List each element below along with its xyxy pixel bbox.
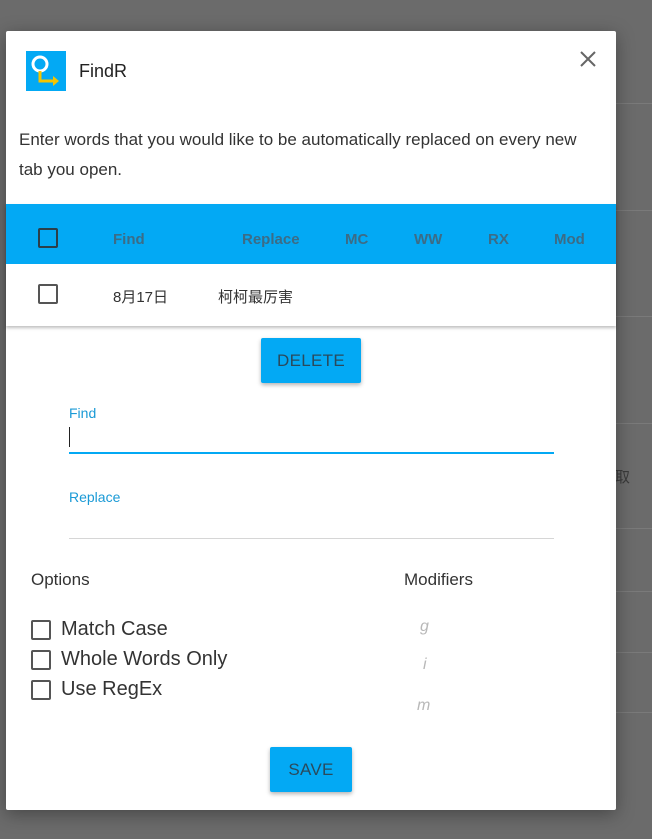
text-caret (69, 427, 70, 447)
replace-underline (69, 538, 554, 539)
column-header-replace: Replace (242, 231, 300, 248)
row-checkbox[interactable] (38, 284, 58, 304)
find-input[interactable] (69, 423, 554, 451)
whole-words-checkbox[interactable] (31, 650, 51, 670)
modifier-g[interactable]: g (420, 618, 429, 636)
intro-text: Enter words that you would like to be au… (19, 130, 577, 179)
dialog-header: FindR (6, 31, 616, 111)
column-header-rx: RX (488, 231, 509, 248)
table-row: 8月17日 柯柯最厉害 (6, 264, 616, 326)
delete-button[interactable]: DELETE (261, 338, 361, 383)
use-regex-checkbox[interactable] (31, 680, 51, 700)
findr-dialog: FindR Enter words that you would like to… (6, 31, 616, 810)
modifier-m[interactable]: m (417, 697, 430, 715)
options-title: Options (31, 570, 90, 589)
find-label: Find (69, 405, 97, 421)
table-header: Find Replace MC WW RX Mod (6, 204, 616, 264)
column-header-find: Find (113, 231, 145, 248)
replacements-table: Find Replace MC WW RX Mod 8月17日 柯柯最厉害 (6, 204, 616, 326)
save-button[interactable]: SAVE (270, 747, 352, 792)
find-underline (69, 452, 554, 454)
modifier-i[interactable]: i (423, 656, 427, 674)
row-find-value: 8月17日 (113, 289, 169, 306)
app-title: FindR (79, 61, 128, 81)
background-text: 取 (615, 469, 631, 486)
column-header-mod: Mod (554, 231, 585, 248)
whole-words-label: Whole Words Only (61, 648, 228, 670)
column-header-ww: WW (414, 231, 443, 248)
row-replace-value: 柯柯最厉害 (218, 289, 294, 306)
close-icon[interactable] (576, 47, 600, 71)
modifiers-title: Modifiers (404, 570, 473, 589)
column-header-mc: MC (345, 231, 369, 248)
match-case-label: Match Case (61, 618, 168, 640)
replace-input[interactable] (69, 509, 554, 537)
replace-label: Replace (69, 489, 121, 505)
match-case-checkbox[interactable] (31, 620, 51, 640)
select-all-checkbox[interactable] (38, 228, 58, 248)
use-regex-label: Use RegEx (61, 678, 163, 700)
findr-logo-icon (26, 51, 66, 91)
